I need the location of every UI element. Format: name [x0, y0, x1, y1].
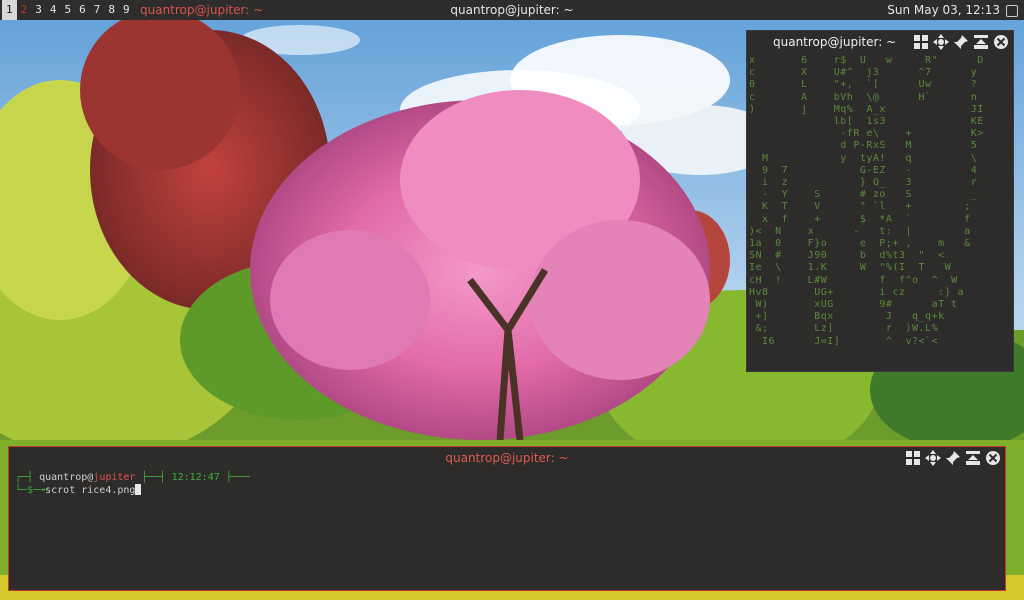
matrix-line: i z } Q_ 3 r	[749, 177, 978, 189]
close-icon[interactable]	[985, 450, 1001, 466]
maximize-icon[interactable]	[965, 450, 981, 466]
workspace-4[interactable]: 4	[46, 0, 61, 20]
matrix-line: 9 7 G-EZ - 4	[749, 164, 978, 176]
matrix-line: +] Bqx J q_q+k	[749, 311, 945, 323]
terminal-window[interactable]: quantrop@jupiter: ~ ┌─┤ quantrop@jupiter…	[8, 446, 1006, 591]
matrix-line: 0 L "+, `[ Uw ?	[749, 79, 978, 91]
workspace-switcher: 1 2 3 4 5 6 7 8 9	[2, 0, 134, 20]
matrix-line: -fR e\ + K>	[749, 128, 984, 140]
command-input[interactable]: scrot rice4.png	[45, 485, 135, 496]
workspace-9[interactable]: 9	[119, 0, 134, 20]
clock[interactable]: Sun May 03, 12:13	[887, 0, 1000, 20]
matrix-line: c A bVh \@ H` n	[749, 91, 978, 103]
window-controls	[913, 34, 1009, 50]
move-icon[interactable]	[933, 34, 949, 50]
terminal-output[interactable]: ┌─┤ quantrop@jupiter ├──┤ 12:12:47 ├─── …	[15, 471, 999, 586]
top-panel: 1 2 3 4 5 6 7 8 9 quantrop@jupiter: ~ qu…	[0, 0, 1024, 20]
matrix-line: SN # J90 b d%t3 " <	[749, 250, 945, 262]
matrix-line: Hv8 UG+ i cz :} a	[749, 286, 965, 298]
workspace-7[interactable]: 7	[90, 0, 105, 20]
matrix-line: 1a 0 F}o e P;+ , m &	[749, 238, 971, 250]
maximize-icon[interactable]	[973, 34, 989, 50]
matrix-line: M y tyA! q \	[749, 152, 978, 164]
matrix-line: Ie \ 1.K W "%(I T W	[749, 262, 952, 274]
prompt-status-line: ┌─┤ quantrop@jupiter ├──┤ 12:12:47 ├───	[15, 472, 250, 483]
matrix-line: x 6 r$ U w R" D	[749, 55, 984, 66]
matrix-line: )< N x - t: | a	[749, 225, 971, 237]
tray-icon[interactable]	[1006, 5, 1018, 17]
prompt-host: jupiter	[93, 472, 136, 483]
prompt-command-line[interactable]: └─$─╼scrot rice4.png	[15, 484, 999, 497]
prompt-user: quantrop	[39, 472, 88, 483]
prompt-time: 12:12:47	[171, 472, 220, 483]
workspace-6[interactable]: 6	[75, 0, 90, 20]
matrix-line: ) j Mq% A_x JI	[749, 103, 984, 115]
workspace-3[interactable]: 3	[31, 0, 46, 20]
tile-icon[interactable]	[905, 450, 921, 466]
tile-icon[interactable]	[913, 34, 929, 50]
matrix-line: x f + $ *A ` f	[749, 213, 971, 225]
matrix-line: - Y S # zo S _	[749, 189, 978, 201]
pin-icon[interactable]	[953, 34, 969, 50]
matrix-line: c X U#^ j3 ^7 y	[749, 67, 978, 79]
workspace-1[interactable]: 1	[2, 0, 17, 20]
matrix-line: I6 J=I] ^ v?<`<	[749, 335, 939, 347]
workspace-2[interactable]: 2	[17, 0, 32, 20]
matrix-line: &; Lz] r )W.L%	[749, 323, 939, 335]
matrix-line: d P-RxS M 5	[749, 140, 978, 152]
active-window-title[interactable]: quantrop@jupiter: ~	[140, 0, 263, 20]
workspace-8[interactable]: 8	[104, 0, 119, 20]
matrix-rain-output: x 6 r$ U w R" Dc X U#^ j3 ^7 y0 L "+, `[…	[749, 55, 1011, 367]
window-title: quantrop@jupiter: ~	[445, 451, 569, 465]
window-controls	[905, 450, 1001, 466]
matrix-line: lb[ 1s3 KE	[749, 116, 984, 128]
close-icon[interactable]	[993, 34, 1009, 50]
move-icon[interactable]	[925, 450, 941, 466]
matrix-line: W) xUG 9# aT t	[749, 299, 958, 311]
matrix-terminal-window[interactable]: quantrop@jupiter: ~ x 6 r$ U w R" Dc X U…	[746, 30, 1014, 372]
matrix-line: K T V " `l + ;	[749, 201, 971, 213]
matrix-line: cH ! L#W f f^o ^ W	[749, 274, 958, 286]
text-cursor	[135, 484, 142, 495]
workspace-5[interactable]: 5	[61, 0, 76, 20]
pin-icon[interactable]	[945, 450, 961, 466]
